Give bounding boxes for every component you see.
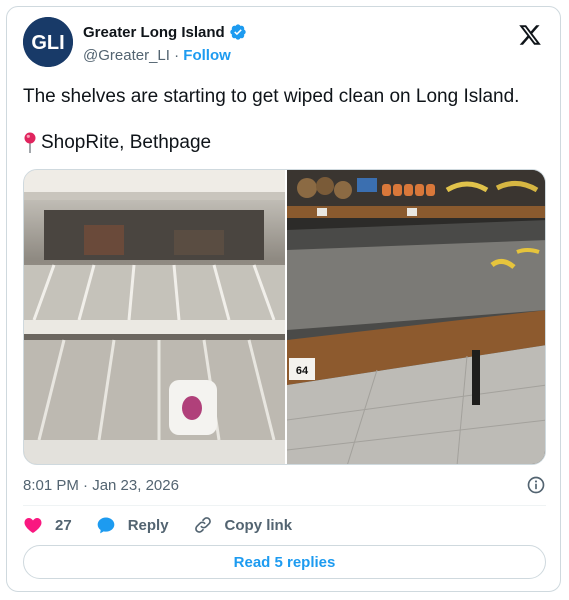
action-bar: 27 Reply Copy link xyxy=(23,515,316,535)
account-handle[interactable]: @Greater_LI xyxy=(83,47,170,64)
tweet-timestamp[interactable]: 8:01 PM · Jan 23, 2026 xyxy=(23,477,179,494)
photo-empty-shelves[interactable] xyxy=(24,170,287,464)
price-sign-text: 64 xyxy=(296,365,309,377)
timestamp-row: 8:01 PM · Jan 23, 2026 xyxy=(23,475,546,495)
heart-icon xyxy=(24,518,42,533)
copy-link-button[interactable]: Copy link xyxy=(193,515,293,535)
divider xyxy=(23,505,546,506)
handle-row: @Greater_LI · Follow xyxy=(83,47,231,64)
tweet-card: GLI Greater Long Island @Greater_LI · Fo… xyxy=(6,6,561,592)
reply-bubble-icon xyxy=(97,517,115,534)
verified-badge-icon xyxy=(230,24,246,40)
empty-produce-bins-photo: 64 xyxy=(287,170,545,464)
copy-link-label: Copy link xyxy=(224,516,293,534)
x-logo-icon[interactable] xyxy=(518,23,542,47)
avatar[interactable]: GLI xyxy=(23,17,73,67)
name-row: Greater Long Island xyxy=(83,23,247,41)
reply-label: Reply xyxy=(127,516,169,534)
location-line: ShopRite, Bethpage xyxy=(23,131,211,155)
location-text: ShopRite, Bethpage xyxy=(41,132,212,153)
media-grid[interactable]: 64 xyxy=(23,169,546,465)
like-count: 27 xyxy=(55,516,72,534)
photo-empty-produce-bins[interactable]: 64 xyxy=(287,170,545,464)
avatar-logo-text: GLI xyxy=(31,32,64,54)
gli-logo-icon: GLI xyxy=(23,17,73,67)
round-pushpin-icon xyxy=(24,132,36,153)
tweet-text: The shelves are starting to get wiped cl… xyxy=(23,86,520,107)
separator-dot: · xyxy=(169,47,184,64)
info-icon[interactable] xyxy=(526,475,546,495)
like-button[interactable]: 27 xyxy=(23,515,72,535)
empty-shelves-photo xyxy=(24,170,285,464)
reply-button[interactable]: Reply xyxy=(96,515,169,535)
account-name[interactable]: Greater Long Island xyxy=(83,24,225,41)
link-icon xyxy=(194,517,211,533)
read-replies-button[interactable]: Read 5 replies xyxy=(23,545,546,579)
follow-button[interactable]: Follow xyxy=(183,47,231,64)
